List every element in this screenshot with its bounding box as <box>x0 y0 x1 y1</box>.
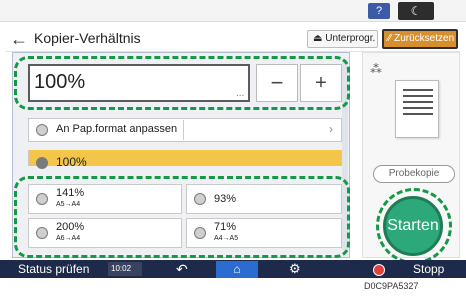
color-mode-icon[interactable]: ⁂ <box>370 62 382 76</box>
sample-copy-button[interactable]: Probekopie <box>373 165 455 183</box>
energy-saver-button[interactable]: ☾ <box>398 2 434 20</box>
back-button[interactable]: ← <box>8 29 30 49</box>
unterprogramm-button[interactable]: ⏏ Unterprogr. <box>307 30 378 48</box>
preset-71[interactable] <box>186 218 342 248</box>
preset-93[interactable] <box>186 184 342 214</box>
check-status-button[interactable]: Status prüfen <box>18 260 89 278</box>
radio-71[interactable] <box>194 227 206 239</box>
preset-141-value: 141% <box>56 187 85 199</box>
selected-label: 100% <box>56 155 87 169</box>
preset-71-value: 71% <box>214 221 237 233</box>
preset-200[interactable] <box>28 218 182 248</box>
radio-fit-paper[interactable] <box>36 124 48 136</box>
home-icon[interactable]: ⌂ <box>216 261 258 278</box>
fit-paper-label: An Pap.format anpassen <box>56 123 178 135</box>
highlight-input-area <box>14 56 350 110</box>
reset-icon: ⁄⁄ <box>388 33 392 44</box>
preset-93-value: 93% <box>214 193 237 205</box>
program-icon: ⏏ <box>313 33 323 44</box>
radio-93[interactable] <box>194 193 206 205</box>
highlight-start <box>376 188 452 264</box>
figure-code: D0C9PA5327 <box>364 281 419 291</box>
clock: 10:02 <box>108 262 142 276</box>
help-button[interactable]: ? <box>368 3 390 19</box>
stop-button[interactable]: Stopp <box>413 260 444 278</box>
reset-label: Zurücksetzen <box>394 33 455 44</box>
preset-141[interactable] <box>28 184 182 214</box>
preset-71-desc: A4→A5 <box>214 235 239 242</box>
stop-icon[interactable] <box>373 264 385 276</box>
reset-button[interactable]: ⁄⁄ Zurücksetzen <box>382 29 458 49</box>
preset-200-value: 200% <box>56 221 85 233</box>
unterprogramm-label: Unterprogr. <box>325 33 376 44</box>
radio-141[interactable] <box>36 193 48 205</box>
page-title: Kopier-Verhältnis <box>34 30 141 46</box>
undo-icon[interactable]: ↶ <box>176 261 188 278</box>
preset-141-desc: A5→A4 <box>56 201 81 208</box>
preset-200-desc: A6→A4 <box>56 235 81 242</box>
chevron-right-icon: › <box>329 122 333 136</box>
radio-200[interactable] <box>36 227 48 239</box>
paper-preview-icon <box>395 80 439 138</box>
gear-icon[interactable]: ⚙ <box>289 261 301 277</box>
radio-selected[interactable] <box>36 157 48 169</box>
divider <box>183 120 184 140</box>
system-bar <box>0 0 466 22</box>
